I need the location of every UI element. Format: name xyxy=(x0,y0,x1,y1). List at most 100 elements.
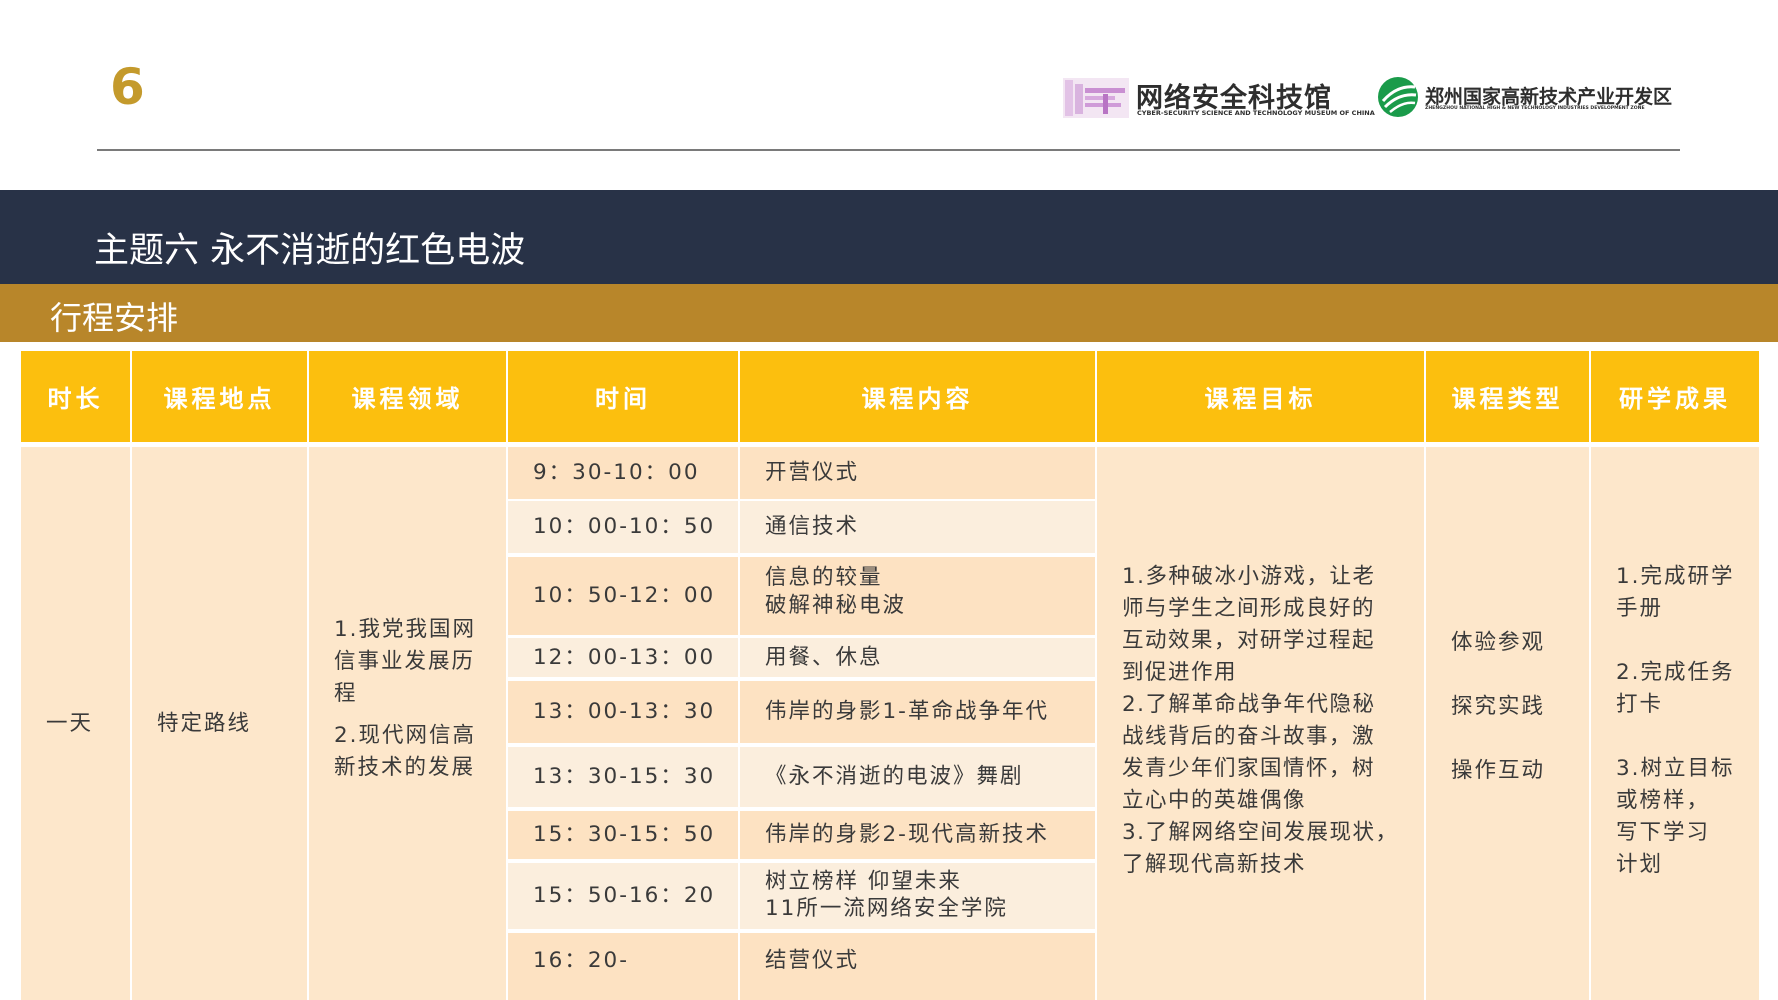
type-cell: 体验参观 探究实践 操作互动 xyxy=(1426,447,1589,1000)
content-value: 破解神秘电波 xyxy=(765,593,907,618)
location-value: 特定路线 xyxy=(157,710,252,736)
theme-title: 主题六 永不消逝的红色电波 xyxy=(94,231,526,271)
zone-logo-subtitle: ZHENGZHOU NATIONAL HIGH & NEW TECHNOLOGY… xyxy=(1425,106,1645,111)
domain-text: 1.我党我国网 信事业发展历 程 2.现代网信高 新技术的发展 xyxy=(334,614,476,784)
content-cell: 用餐、休息 xyxy=(740,638,1095,677)
zone-logo: 郑州国家高新技术产业开发区 ZHENGZHOU NATIONAL HIGH & … xyxy=(1377,75,1677,119)
content-cell: 通信技术 xyxy=(740,501,1095,553)
header-time: 时间 xyxy=(508,351,738,442)
museum-logo-subtitle: CYBER-SECURITY SCIENCE AND TECHNOLOGY MU… xyxy=(1137,109,1375,117)
section-banner xyxy=(0,284,1778,342)
header-outcomes: 研学成果 xyxy=(1591,351,1759,442)
goal-line: 1.多种破冰小游戏，让老 xyxy=(1122,564,1376,589)
outcomes-cell: 1.完成研学 手册 2.完成任务 打卡 3.树立目标 或榜样， 写下学习 计划 xyxy=(1591,447,1759,1000)
time-value: 15：30-15：50 xyxy=(533,822,716,847)
duration-value: 一天 xyxy=(46,710,94,736)
time-value: 12：00-13：00 xyxy=(533,644,716,670)
content-cell: 《永不消逝的电波》舞剧 xyxy=(740,747,1095,807)
content-value: 伟岸的身影2-现代高新技术 xyxy=(765,822,1049,847)
time-value: 13：00-13：30 xyxy=(533,699,716,724)
header-location: 课程地点 xyxy=(132,351,307,442)
location-cell: 特定路线 xyxy=(132,447,307,1000)
content-value: 伟岸的身影1-革命战争年代 xyxy=(765,699,1049,724)
goal-line: 到促进作用 xyxy=(1122,660,1238,685)
goals-text: 1.多种破冰小游戏，让老 师与学生之间形成良好的 互动效果，对研学过程起 到促进… xyxy=(1122,561,1399,881)
time-cell: 12：00-13：00 xyxy=(508,638,738,677)
header-goals: 课程目标 xyxy=(1097,351,1424,442)
outcome-line: 写下学习 xyxy=(1616,820,1711,845)
goal-line: 战线背后的奋斗故事，激 xyxy=(1122,724,1376,749)
content-cell: 开营仪式 xyxy=(740,447,1095,499)
domain-line: 程 xyxy=(334,681,358,706)
time-value: 9：30-10：00 xyxy=(533,460,700,485)
domain-line: 信事业发展历 xyxy=(334,649,476,674)
time-cell: 10：00-10：50 xyxy=(508,501,738,553)
type-item: 体验参观 xyxy=(1451,630,1546,655)
outcome-line: 手册 xyxy=(1616,596,1664,621)
outcome-line xyxy=(1616,721,1735,753)
content-cell: 树立榜样 仰望未来 11所一流网络安全学院 xyxy=(740,863,1095,929)
schedule-table: 时长 课程地点 课程领域 时间 课程内容 课程目标 课程类型 研学成果 一天 特… xyxy=(21,351,1759,1000)
time-cell: 10：50-12：00 xyxy=(508,557,738,635)
time-value: 15：50-16：20 xyxy=(533,883,716,908)
type-list: 体验参观 探究实践 操作互动 xyxy=(1451,611,1545,803)
content-value: 用餐、休息 xyxy=(765,644,883,670)
time-value: 16：20- xyxy=(533,947,629,973)
time-cell: 15：50-16：20 xyxy=(508,863,738,929)
outcome-line: 1.完成研学 xyxy=(1616,564,1735,589)
goal-line: 了解现代高新技术 xyxy=(1122,852,1307,877)
outcome-line xyxy=(1616,625,1735,657)
goal-line: 互动效果，对研学过程起 xyxy=(1122,628,1376,653)
domain-line: 新技术的发展 xyxy=(334,755,476,780)
domain-cell: 1.我党我国网 信事业发展历 程 2.现代网信高 新技术的发展 xyxy=(309,447,506,1000)
content-value: 信息的较量 xyxy=(765,565,883,590)
domain-line xyxy=(334,710,476,720)
header-content: 课程内容 xyxy=(740,351,1095,442)
section-title: 行程安排 xyxy=(50,299,179,337)
outcome-line: 或榜样， xyxy=(1616,788,1711,813)
content-value: 树立榜样 仰望未来 xyxy=(765,869,962,894)
outcome-line: 计划 xyxy=(1616,852,1664,877)
content-cell: 结营仪式 xyxy=(740,933,1095,1000)
content-cell: 伟岸的身影2-现代高新技术 xyxy=(740,811,1095,859)
goal-line: 立心中的英雄偶像 xyxy=(1122,788,1307,813)
outcome-line: 打卡 xyxy=(1616,692,1664,717)
time-cell: 9：30-10：00 xyxy=(508,447,738,499)
header-duration: 时长 xyxy=(21,351,130,442)
type-item: 探究实践 xyxy=(1451,694,1546,719)
time-value: 10：50-12：00 xyxy=(533,583,716,608)
outcome-line: 3.树立目标 xyxy=(1616,756,1735,781)
content-value: 11所一流网络安全学院 xyxy=(765,896,1008,921)
time-value: 13：30-15：30 xyxy=(533,764,716,789)
goals-cell: 1.多种破冰小游戏，让老 师与学生之间形成良好的 互动效果，对研学过程起 到促进… xyxy=(1097,447,1424,1000)
header-domain: 课程领域 xyxy=(309,351,506,442)
domain-line: 2.现代网信高 xyxy=(334,723,477,748)
outcome-line: 2.完成任务 xyxy=(1616,660,1735,685)
goal-line: 3.了解网络空间发展现状， xyxy=(1122,820,1399,845)
zone-logo-name: 郑州国家高新技术产业开发区 xyxy=(1425,86,1673,108)
content-value: 通信技术 xyxy=(765,514,860,539)
time-cell: 16：20- xyxy=(508,933,738,1000)
time-cell: 13：00-13：30 xyxy=(508,681,738,743)
type-item: 操作互动 xyxy=(1451,758,1546,783)
goal-line: 师与学生之间形成良好的 xyxy=(1122,596,1376,621)
header-divider xyxy=(97,149,1680,151)
content-value: 结营仪式 xyxy=(765,947,860,973)
outcomes-text: 1.完成研学 手册 2.完成任务 打卡 3.树立目标 或榜样， 写下学习 计划 xyxy=(1616,561,1735,881)
page-number: 6 xyxy=(110,58,145,116)
content-value: 开营仪式 xyxy=(765,460,860,485)
goal-line: 2.了解革命战争年代隐秘 xyxy=(1122,692,1376,717)
museum-logo: 网络安全科技馆 CYBER-SECURITY SCIENCE AND TECHN… xyxy=(1063,76,1375,120)
header-type: 课程类型 xyxy=(1426,351,1589,442)
goal-line: 发青少年们家国情怀，树 xyxy=(1122,756,1376,781)
time-value: 10：00-10：50 xyxy=(533,514,716,539)
museum-logo-icon xyxy=(1063,78,1129,118)
content-value: 《永不消逝的电波》舞剧 xyxy=(765,764,1024,789)
zone-logo-icon xyxy=(1378,77,1418,117)
content-cell: 伟岸的身影1-革命战争年代 xyxy=(740,681,1095,743)
time-cell: 15：30-15：50 xyxy=(508,811,738,859)
duration-cell: 一天 xyxy=(21,447,130,1000)
domain-line: 1.我党我国网 xyxy=(334,617,477,642)
time-cell: 13：30-15：30 xyxy=(508,747,738,807)
content-cell: 信息的较量 破解神秘电波 xyxy=(740,557,1095,635)
